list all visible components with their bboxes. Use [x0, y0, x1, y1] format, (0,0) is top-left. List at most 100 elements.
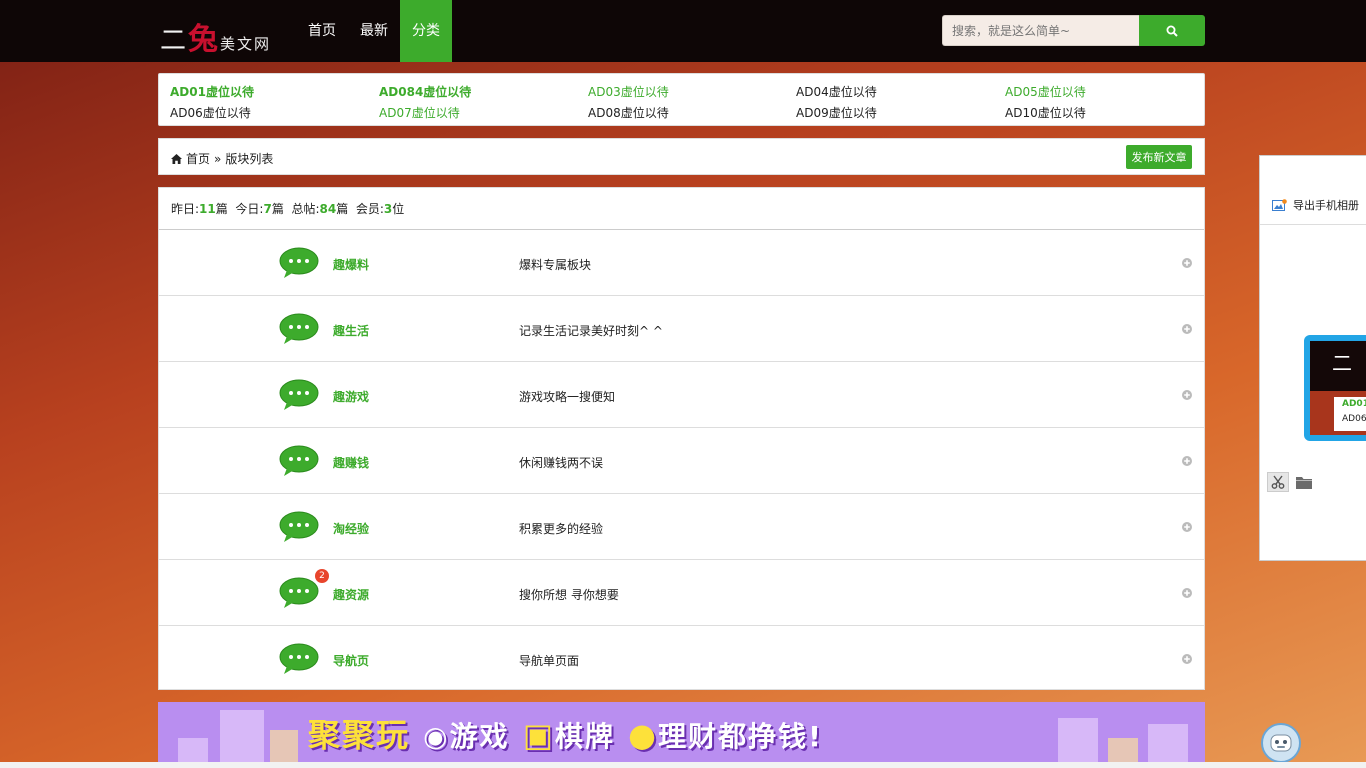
- forum-row[interactable]: 趣生活 记录生活记录美好时刻^ ^: [159, 296, 1204, 362]
- ad-slot-04[interactable]: AD04虚位以待: [796, 83, 877, 100]
- banner-finance: 理财都挣钱!: [658, 720, 823, 753]
- expand-plus-icon[interactable]: [1182, 522, 1192, 532]
- thumb-logo-char: 二: [1332, 351, 1352, 375]
- expand-plus-icon[interactable]: [1182, 588, 1192, 598]
- banner-building: [1058, 718, 1098, 768]
- forum-row[interactable]: 趣爆料 爆料专属板块: [159, 230, 1204, 296]
- promo-banner[interactable]: 聚聚玩 ◉游戏 ▣棋牌 ●理财都挣钱!: [158, 702, 1205, 768]
- thumb-ad-1: AD01: [1342, 399, 1366, 409]
- folder-button[interactable]: [1293, 472, 1315, 492]
- forum-name[interactable]: 趣生活: [333, 322, 369, 339]
- banner-brand: 聚聚玩: [308, 716, 411, 754]
- stat-total-unit: 篇: [336, 202, 349, 216]
- forum-name[interactable]: 趣游戏: [333, 388, 369, 405]
- nav-category[interactable]: 分类: [400, 0, 452, 62]
- main-nav: 首页 最新 分类: [296, 0, 452, 62]
- forum-name[interactable]: 淘经验: [333, 520, 369, 537]
- stat-today-label: 今日:: [235, 202, 264, 216]
- stat-total-value: 84: [319, 202, 337, 216]
- ad-slot-05[interactable]: AD05虚位以待: [1005, 83, 1086, 100]
- banner-chess: 棋牌: [554, 720, 615, 753]
- chat-bubble-icon: [279, 247, 319, 278]
- logo-char-2: 兔: [188, 22, 221, 57]
- stat-yesterday-unit: 篇: [215, 202, 228, 216]
- page-preview-thumbnail[interactable]: 二兔 AD01 AD06: [1304, 335, 1366, 441]
- expand-plus-icon[interactable]: [1182, 390, 1192, 400]
- chat-bubble-icon: [279, 379, 319, 410]
- forum-description: 游戏攻略一搜便知: [519, 390, 616, 404]
- gamepad-icon: ◉: [423, 720, 450, 753]
- chat-bubble-icon: [279, 445, 319, 476]
- forum-description: 搜你所想 寻你想要: [519, 588, 619, 602]
- stat-members-unit: 位: [392, 202, 405, 216]
- banner-slogan: 聚聚玩 ◉游戏 ▣棋牌 ●理财都挣钱!: [308, 710, 823, 756]
- thumb-ad-2: AD06: [1342, 414, 1366, 424]
- export-album-label: 导出手机相册: [1293, 199, 1359, 212]
- export-album-button[interactable]: 导出手机相册: [1272, 197, 1359, 213]
- home-icon: [171, 153, 182, 164]
- ad-slot-03[interactable]: AD03虚位以待: [588, 83, 669, 100]
- breadcrumb-home[interactable]: 首页: [186, 150, 210, 167]
- expand-plus-icon[interactable]: [1182, 654, 1192, 664]
- new-post-button[interactable]: 发布新文章: [1126, 145, 1192, 169]
- stat-yesterday-value: 11: [199, 202, 216, 216]
- forum-list: 昨日:11篇 今日:7篇 总帖:84篇 会员:3位 趣爆料 爆料专属板块 趣生活…: [158, 187, 1205, 690]
- breadcrumb: 首页 » 版块列表 发布新文章: [158, 138, 1205, 175]
- new-posts-badge: 2: [315, 569, 329, 583]
- top-navbar: 二兔美文网 首页 最新 分类: [0, 0, 1366, 62]
- ad-slot-08[interactable]: AD08虚位以待: [588, 104, 669, 121]
- panel-divider: [1260, 224, 1366, 225]
- forum-description: 导航单页面: [519, 654, 580, 668]
- forum-description: 记录生活记录美好时刻^ ^: [519, 324, 663, 338]
- forum-name[interactable]: 趣赚钱: [333, 454, 369, 471]
- search-button[interactable]: [1139, 15, 1205, 46]
- thumb-logo-area: 二兔: [1310, 341, 1366, 419]
- scissors-button[interactable]: [1267, 472, 1289, 492]
- ad-slot-06[interactable]: AD06虚位以待: [170, 104, 251, 121]
- forum-row[interactable]: 趣赚钱 休闲赚钱两不误: [159, 428, 1204, 494]
- forum-row[interactable]: 淘经验 积累更多的经验: [159, 494, 1204, 560]
- forum-name[interactable]: 趣资源: [333, 586, 369, 603]
- site-logo[interactable]: 二兔美文网: [160, 14, 280, 57]
- thumb-ad-card: AD01 AD06: [1334, 397, 1366, 431]
- search-input[interactable]: [942, 15, 1139, 46]
- expand-plus-icon[interactable]: [1182, 456, 1192, 466]
- stat-total-label: 总帖:: [291, 202, 320, 216]
- ad-slot-07[interactable]: AD07虚位以待: [379, 104, 460, 121]
- forum-name[interactable]: 趣爆料: [333, 256, 369, 273]
- ad-slot-10[interactable]: AD10虚位以待: [1005, 104, 1086, 121]
- screenshot-tool-panel: 导出手机相册 二兔 AD01 AD06: [1259, 155, 1366, 561]
- forum-row[interactable]: 趣游戏 游戏攻略一搜便知: [159, 362, 1204, 428]
- logo-text: 美文网: [220, 35, 272, 53]
- breadcrumb-current: 版块列表: [225, 152, 274, 166]
- forum-description: 爆料专属板块: [519, 258, 592, 272]
- search-box: [942, 15, 1205, 46]
- stat-members-label: 会员:: [355, 202, 384, 216]
- robot-face-icon: [1270, 734, 1292, 752]
- chess-icon: ▣: [522, 716, 555, 754]
- chat-bubble-icon: [279, 643, 319, 674]
- browser-status-strip: [0, 762, 1366, 768]
- chat-bubble-icon: [279, 313, 319, 344]
- nav-home[interactable]: 首页: [296, 0, 348, 62]
- forum-row[interactable]: 2 趣资源 搜你所想 寻你想要: [159, 560, 1204, 626]
- nav-latest[interactable]: 最新: [348, 0, 400, 62]
- forum-name[interactable]: 导航页: [333, 652, 369, 669]
- expand-plus-icon[interactable]: [1182, 324, 1192, 334]
- scissors-icon: [1271, 475, 1285, 489]
- search-icon: [1166, 25, 1178, 37]
- chat-bubble-icon: [279, 511, 319, 542]
- ad-slot-01[interactable]: AD01虚位以待: [170, 83, 254, 100]
- piggy-bank-icon: ●: [628, 716, 659, 754]
- forum-row[interactable]: 导航页 导航单页面: [159, 626, 1204, 692]
- stat-today-unit: 篇: [271, 202, 284, 216]
- banner-building: [220, 710, 264, 768]
- floating-assistant-avatar[interactable]: [1261, 723, 1301, 763]
- ad-slot-084[interactable]: AD084虚位以待: [379, 83, 471, 100]
- banner-game: 游戏: [449, 720, 510, 753]
- ad-grid: AD01虚位以待 AD084虚位以待 AD03虚位以待 AD04虚位以待 AD0…: [158, 73, 1205, 126]
- folder-icon: [1296, 476, 1312, 489]
- ad-slot-09[interactable]: AD09虚位以待: [796, 104, 877, 121]
- breadcrumb-separator: »: [214, 151, 222, 166]
- expand-plus-icon[interactable]: [1182, 258, 1192, 268]
